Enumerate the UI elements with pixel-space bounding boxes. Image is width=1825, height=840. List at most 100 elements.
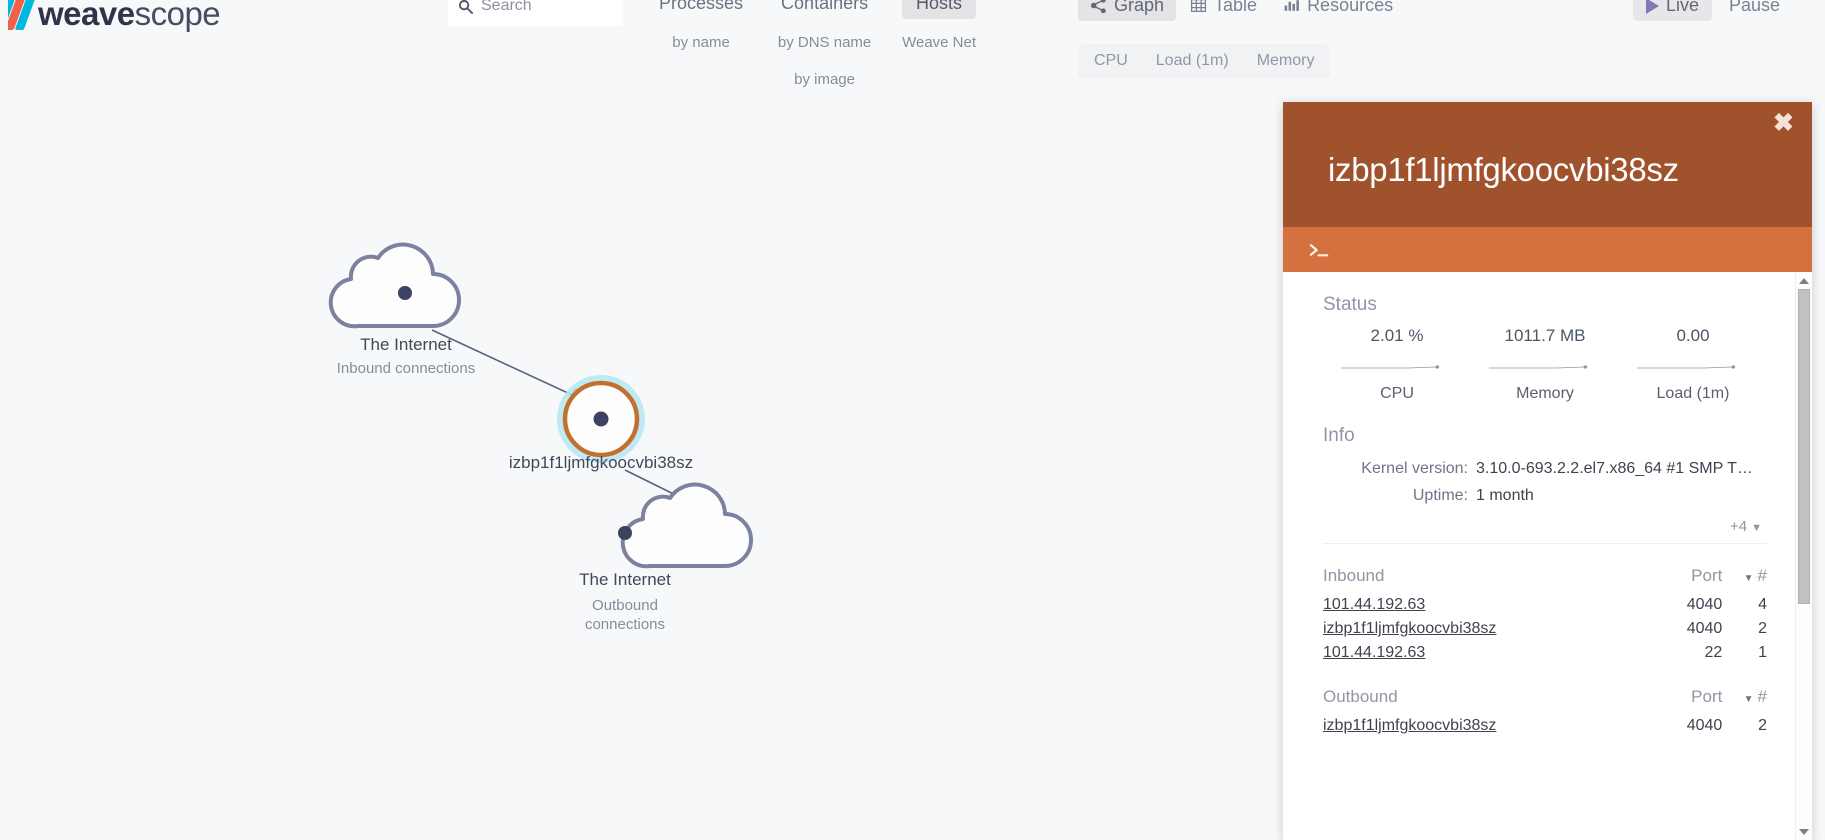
inbound-connections-table: Inbound Port ▼ # 101.44.192.63 4040 4 izb… xyxy=(1323,566,1767,665)
info-row: Uptime: 1 month xyxy=(1323,482,1767,509)
view-mode-resources-label: Resources xyxy=(1307,0,1394,15)
panel-scrollbar[interactable] xyxy=(1795,272,1812,840)
panel-title: izbp1f1ljmfgkoocvbi38sz xyxy=(1328,151,1679,188)
scroll-down-button[interactable] xyxy=(1796,823,1812,840)
table-grid-icon xyxy=(1190,0,1207,12)
share-graph-icon xyxy=(1090,0,1106,14)
metric-memory-sparkline xyxy=(1489,359,1601,375)
graph-node-internet-inbound[interactable]: The Internet Inbound connections xyxy=(328,242,475,377)
logo-text-bold: weave xyxy=(38,0,135,32)
graph-node-dot xyxy=(593,411,609,427)
metric-option-load-1m[interactable]: Load (1m) xyxy=(1142,46,1243,76)
inbound-count: 2 xyxy=(1758,620,1767,637)
topology-nav: Processes by name Containers by DNS name… xyxy=(645,0,986,93)
inbound-col-port[interactable]: Port xyxy=(1654,566,1722,593)
logo-text-light: scope xyxy=(134,0,221,32)
info-key-kernel-version: Kernel version: xyxy=(1361,460,1468,477)
table-row[interactable]: izbp1f1ljmfgkoocvbi38sz 4040 2 xyxy=(1323,714,1767,738)
metric-option-cpu[interactable]: CPU xyxy=(1080,46,1142,76)
table-row[interactable]: 101.44.192.63 22 1 xyxy=(1323,641,1767,665)
play-icon xyxy=(1646,0,1659,14)
metric-load-1m-value: 0.00 xyxy=(1676,326,1710,345)
graph-node-internet-outbound-label: The Internet xyxy=(579,570,671,589)
inbound-endpoint-link[interactable]: 101.44.192.63 xyxy=(1323,644,1425,661)
scroll-up-button[interactable] xyxy=(1796,272,1812,289)
logo-text: weavescope xyxy=(38,0,221,32)
metric-cpu-sparkline xyxy=(1341,359,1453,375)
topology-column-hosts: Hosts Weave Net xyxy=(892,0,986,56)
graph-node-dot xyxy=(618,526,632,540)
metric-memory[interactable]: 1011.7 MB Memory xyxy=(1471,326,1619,403)
metric-option-memory[interactable]: Memory xyxy=(1243,46,1329,76)
view-mode-table-label: Table xyxy=(1214,0,1258,15)
graph-node-host[interactable]: izbp1f1ljmfgkoocvbi38sz xyxy=(509,375,693,472)
graph-node-internet-outbound[interactable]: The Internet Outbound connections xyxy=(579,482,753,633)
inbound-table-title: Inbound xyxy=(1323,566,1385,585)
view-mode-graph[interactable]: Graph xyxy=(1078,0,1177,21)
table-row[interactable]: 101.44.192.63 4040 4 xyxy=(1323,593,1767,617)
info-expand-toggle[interactable]: +4 ▼ xyxy=(1323,509,1767,544)
topology-graph-canvas[interactable]: The Internet Inbound connections izbp1f1… xyxy=(0,90,1280,840)
graph-node-internet-inbound-label: The Internet xyxy=(360,335,452,354)
topology-subtab-weave-net[interactable]: Weave Net xyxy=(892,29,986,56)
topology-column-processes: Processes by name xyxy=(645,0,757,56)
metric-cpu-label: CPU xyxy=(1380,385,1414,402)
view-mode-table[interactable]: Table xyxy=(1178,0,1269,21)
scrollbar-thumb[interactable] xyxy=(1798,289,1810,605)
outbound-col-count-label: # xyxy=(1757,687,1767,706)
topology-subtab-by-name[interactable]: by name xyxy=(662,29,740,56)
topology-column-containers: Containers by DNS name by image xyxy=(767,0,882,93)
info-section-title: Info xyxy=(1323,425,1355,446)
inbound-endpoint-link[interactable]: izbp1f1ljmfgkoocvbi38sz xyxy=(1323,620,1496,637)
search-icon xyxy=(458,0,473,14)
metric-load-1m-label: Load (1m) xyxy=(1656,385,1730,402)
outbound-endpoint-link[interactable]: izbp1f1ljmfgkoocvbi38sz xyxy=(1323,717,1496,734)
view-mode-resources[interactable]: Resources xyxy=(1271,0,1405,21)
info-expand-count: +4 xyxy=(1730,518,1748,535)
topology-subtab-by-dns-name[interactable]: by DNS name xyxy=(768,29,881,56)
outbound-connections-table: Outbound Port ▼ # izbp1f1ljmfgkoocvbi38sz… xyxy=(1323,687,1767,738)
metric-selector-group: CPU Load (1m) Memory xyxy=(1078,44,1331,78)
inbound-port: 22 xyxy=(1704,644,1723,661)
pause-button-label: Pause xyxy=(1729,0,1781,15)
inbound-endpoint-link[interactable]: 101.44.192.63 xyxy=(1323,596,1425,613)
topology-tab-processes[interactable]: Processes xyxy=(645,0,757,19)
terminal-icon[interactable] xyxy=(1308,241,1333,259)
panel-header: ✖ izbp1f1ljmfgkoocvbi38sz xyxy=(1283,102,1812,227)
sort-caret-icon: ▼ xyxy=(1743,694,1754,705)
pause-button[interactable]: Pause xyxy=(1716,0,1793,21)
table-header-row: Inbound Port ▼ # xyxy=(1323,566,1767,593)
time-control-group: Live Pause xyxy=(1633,0,1793,21)
outbound-table-title: Outbound xyxy=(1323,687,1398,706)
live-button[interactable]: Live xyxy=(1633,0,1713,21)
scrollbar-track[interactable] xyxy=(1796,289,1812,823)
metric-cpu-value: 2.01 % xyxy=(1370,326,1424,345)
graph-node-internet-outbound-sublabel-2: connections xyxy=(585,616,665,633)
view-mode-graph-label: Graph xyxy=(1114,0,1165,15)
inbound-port: 4040 xyxy=(1686,596,1723,613)
table-row[interactable]: izbp1f1ljmfgkoocvbi38sz 4040 2 xyxy=(1323,617,1767,641)
status-metrics-row: 2.01 % CPU 1011.7 MB Memory 0.00 Load (1… xyxy=(1323,326,1767,403)
graph-node-internet-inbound-sublabel: Inbound connections xyxy=(337,360,475,377)
chevron-down-icon: ▼ xyxy=(1751,522,1762,534)
close-icon[interactable]: ✖ xyxy=(1773,111,1794,136)
app-logo[interactable]: weavescope xyxy=(8,0,221,34)
outbound-col-port[interactable]: Port xyxy=(1654,687,1722,714)
inbound-col-count-label: # xyxy=(1757,566,1767,585)
outbound-col-count[interactable]: ▼ # xyxy=(1722,687,1767,714)
panel-body: Status 2.01 % CPU 1011.7 MB Memory 0.00 … xyxy=(1283,272,1812,840)
metric-cpu[interactable]: 2.01 % CPU xyxy=(1323,326,1471,403)
weave-logo-icon xyxy=(8,0,38,30)
table-header-row: Outbound Port ▼ # xyxy=(1323,687,1767,714)
info-key-uptime: Uptime: xyxy=(1412,487,1468,504)
sort-caret-icon: ▼ xyxy=(1743,573,1754,584)
topology-tab-containers[interactable]: Containers xyxy=(767,0,882,19)
inbound-col-count[interactable]: ▼ # xyxy=(1722,566,1767,593)
graph-node-dot xyxy=(398,286,412,300)
topology-tab-hosts[interactable]: Hosts xyxy=(902,0,977,19)
search-input[interactable] xyxy=(481,0,613,15)
inbound-count: 1 xyxy=(1758,644,1767,661)
search-box[interactable] xyxy=(448,0,623,26)
metric-load-1m[interactable]: 0.00 Load (1m) xyxy=(1619,326,1767,403)
topology-subtab-by-image[interactable]: by image xyxy=(784,66,865,93)
